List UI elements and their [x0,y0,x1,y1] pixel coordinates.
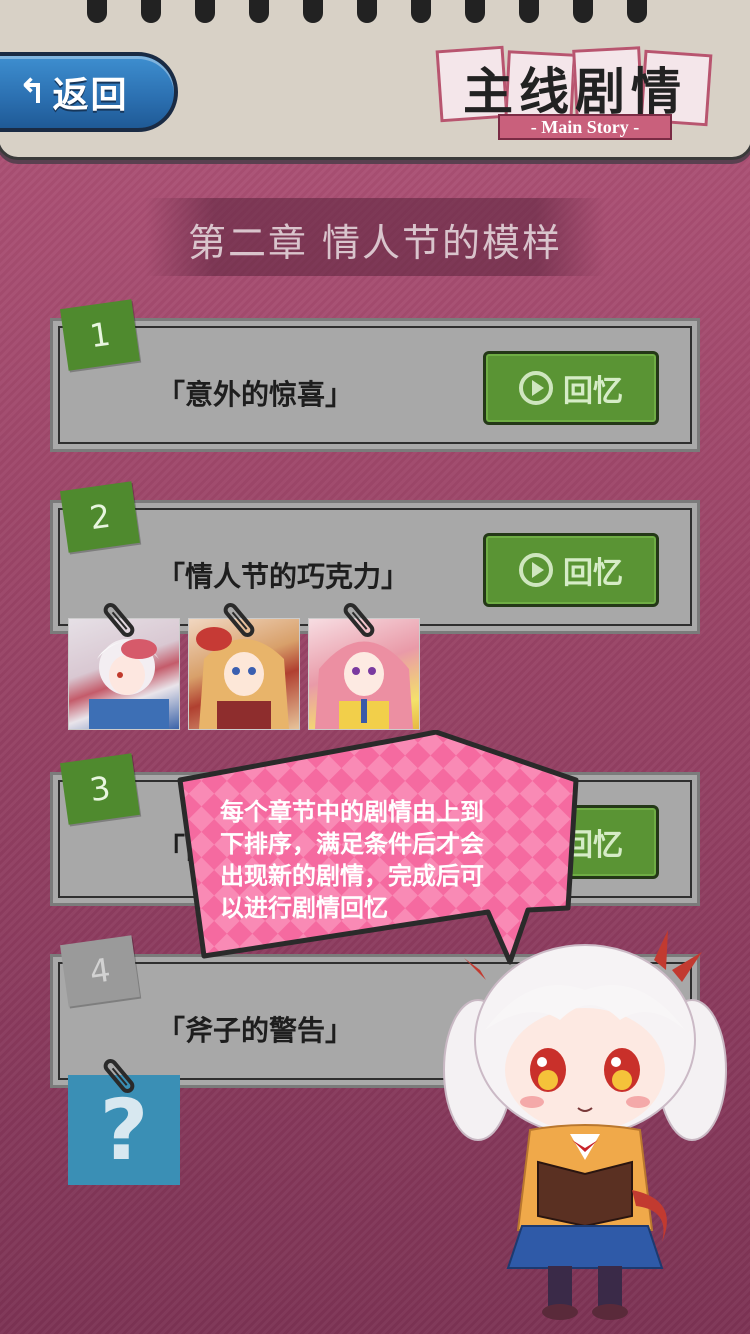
replay-icon [519,371,553,405]
ring-icon [87,0,107,23]
story-number-tag: 1 [60,299,140,371]
ring-icon [465,0,485,23]
notebook-rings [0,0,749,25]
story-card-1[interactable]: 「意外的惊喜」 回忆 [50,318,700,452]
mascot-character [443,930,727,1320]
ring-icon [195,0,215,23]
ring-icon [303,0,323,23]
story-number-tag-locked: 4 [60,935,140,1007]
ring-icon [249,0,269,23]
ring-icon [357,0,377,23]
story-card-2[interactable]: 「情人节的巧克力」 回忆 [50,500,700,634]
story-title: 「斧子的警告」 [157,1014,354,1047]
chapter-title: 第二章 情人节的模样 [187,221,563,265]
ring-icon [573,0,593,23]
tutorial-text: 每个章节中的剧情由上到 下排序，满足条件后才会 出现新的剧情，完成后可 以进行剧… [220,798,484,922]
story-title: 「意外的惊喜」 [157,378,354,411]
page-subtitle: - Main Story - [498,114,672,140]
back-button-label: 返回 [52,75,129,116]
ring-icon [141,0,161,23]
story-number-tag: 2 [60,481,140,553]
recall-button[interactable]: 回忆 [483,533,659,607]
ring-icon [411,0,431,23]
recall-button-label: 回忆 [563,374,623,409]
story-number-tag: 3 [60,753,140,825]
recall-button-label: 回忆 [563,556,623,591]
replay-icon [519,553,553,587]
ring-icon [519,0,539,23]
back-button[interactable]: ↰ 返回 [0,52,178,132]
ring-icon [627,0,647,23]
back-arrow-icon: ↰ [18,72,47,112]
recall-button[interactable]: 回忆 [483,351,659,425]
page-title-badge: 主线剧情 - Main Story - [435,45,713,140]
story-title: 「情人节的巧克力」 [157,560,410,593]
